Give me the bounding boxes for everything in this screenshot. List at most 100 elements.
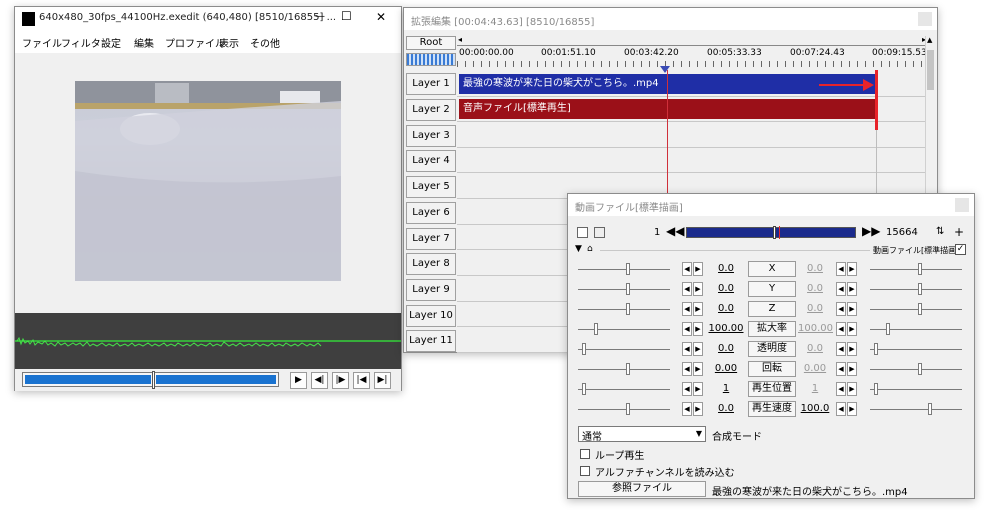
opacity-left-arrows[interactable]: ◀ ▶: [682, 342, 703, 356]
playback-position-button[interactable]: 再生位置: [748, 381, 796, 397]
timeline-zoom-bar[interactable]: [406, 53, 456, 66]
rotation-left-arrows[interactable]: ◀ ▶: [682, 362, 703, 376]
position-left-slider[interactable]: [578, 383, 670, 395]
speed-left-value[interactable]: 0.0: [708, 403, 744, 414]
layer-button[interactable]: Layer 8: [406, 253, 456, 275]
x-left-arrows[interactable]: ◀ ▶: [682, 262, 703, 276]
scale-right-arrows[interactable]: ◀ ▶: [836, 322, 857, 336]
scale-right-value[interactable]: 100.00: [798, 323, 833, 334]
reference-file-button[interactable]: 参照ファイル: [578, 481, 706, 497]
root-button[interactable]: Root: [406, 36, 456, 50]
x-left-slider[interactable]: [578, 263, 670, 275]
props-titlebar[interactable]: 動画ファイル[標準描画]: [568, 194, 974, 216]
collapse-icon[interactable]: ▼: [575, 244, 582, 254]
seek-thumb[interactable]: [152, 371, 155, 389]
layer-button[interactable]: Layer 11: [406, 330, 456, 352]
z-right-value[interactable]: 0.0: [798, 303, 832, 314]
position-right-slider[interactable]: [870, 383, 962, 395]
z-left-arrows[interactable]: ◀ ▶: [682, 302, 703, 316]
z-button[interactable]: Z: [748, 301, 796, 317]
scale-right-slider[interactable]: [870, 323, 962, 335]
prev-frame-button[interactable]: ◀|: [311, 372, 328, 389]
y-left-value[interactable]: 0.0: [708, 283, 744, 294]
x-right-value[interactable]: 0.0: [798, 263, 832, 274]
speed-right-slider[interactable]: [870, 403, 962, 415]
y-right-arrows[interactable]: ◀ ▶: [836, 282, 857, 296]
next-frame-button[interactable]: |▶: [332, 372, 349, 389]
scale-left-value[interactable]: 100.00: [708, 323, 744, 334]
x-right-arrows[interactable]: ◀ ▶: [836, 262, 857, 276]
layer-button[interactable]: Layer 7: [406, 228, 456, 250]
x-right-slider[interactable]: [870, 263, 962, 275]
rotation-left-value[interactable]: 0.00: [708, 363, 744, 374]
layer-button[interactable]: Layer 4: [406, 150, 456, 172]
scale-left-slider[interactable]: [578, 323, 670, 335]
scale-left-arrows[interactable]: ◀ ▶: [682, 322, 703, 336]
z-left-value[interactable]: 0.0: [708, 303, 744, 314]
layer-lane[interactable]: [457, 148, 925, 173]
menu-edit[interactable]: 編集: [134, 35, 154, 50]
menu-file[interactable]: ファイル: [22, 35, 62, 50]
rewind-icon[interactable]: ◀◀: [666, 224, 684, 238]
image-icon[interactable]: [594, 227, 605, 238]
opacity-right-arrows[interactable]: ◀ ▶: [836, 342, 857, 356]
menu-profile[interactable]: プロファイル: [165, 35, 225, 50]
menu-other[interactable]: その他: [250, 35, 280, 50]
rotation-right-arrows[interactable]: ◀ ▶: [836, 362, 857, 376]
position-left-value[interactable]: 1: [708, 383, 744, 394]
link-icon[interactable]: ⇅: [936, 226, 944, 237]
rotation-button[interactable]: 回転: [748, 361, 796, 377]
layer-button[interactable]: Layer 10: [406, 305, 456, 327]
add-filter-icon[interactable]: +: [954, 225, 964, 239]
opacity-left-slider[interactable]: [578, 343, 670, 355]
seek-bar[interactable]: [22, 371, 279, 389]
menu-settings[interactable]: 設定: [101, 35, 121, 50]
rotation-right-value[interactable]: 0.00: [798, 363, 832, 374]
maximize-button[interactable]: ☐: [341, 9, 352, 23]
time-ruler[interactable]: ◂ ▸ 00:00:00.00 00:01:51.10 00:03:42.20 …: [457, 35, 927, 68]
layer-lane[interactable]: 音声ファイル[標準再生]: [457, 97, 925, 122]
layer-button[interactable]: Layer 5: [406, 176, 456, 198]
opacity-left-value[interactable]: 0.0: [708, 343, 744, 354]
timeline-titlebar[interactable]: 拡張編集 [00:04:43.63] [8510/16855]: [404, 8, 937, 30]
layer-button[interactable]: Layer 1: [406, 73, 456, 95]
x-left-value[interactable]: 0.0: [708, 263, 744, 274]
layer-lane[interactable]: [457, 123, 925, 148]
close-button[interactable]: ✕: [376, 10, 386, 24]
props-close-button[interactable]: [955, 198, 969, 212]
opacity-right-value[interactable]: 0.0: [798, 343, 832, 354]
alpha-checkbox[interactable]: [580, 466, 590, 476]
menu-filter[interactable]: フィルタ: [61, 35, 101, 50]
position-right-arrows[interactable]: ◀ ▶: [836, 382, 857, 396]
enable-checkbox[interactable]: ✓: [955, 244, 966, 255]
opacity-right-slider[interactable]: [870, 343, 962, 355]
speed-left-arrows[interactable]: ◀ ▶: [682, 402, 703, 416]
scale-button[interactable]: 拡大率: [748, 321, 796, 337]
y-left-arrows[interactable]: ◀ ▶: [682, 282, 703, 296]
speed-right-value[interactable]: 100.0: [798, 403, 832, 414]
menu-view[interactable]: 表示: [219, 35, 239, 50]
layer-button[interactable]: Layer 6: [406, 202, 456, 224]
y-button[interactable]: Y: [748, 281, 796, 297]
to-start-button[interactable]: |◀: [353, 372, 370, 389]
preview-titlebar[interactable]: 640x480_30fps_44100Hz.exedit (640,480) […: [15, 7, 401, 29]
playback-speed-button[interactable]: 再生速度: [748, 401, 796, 417]
timeline-close-button[interactable]: [918, 12, 932, 26]
y-right-value[interactable]: 0.0: [798, 283, 832, 294]
y-left-slider[interactable]: [578, 283, 670, 295]
fast-forward-icon[interactable]: ▶▶: [862, 224, 880, 238]
position-right-value[interactable]: 1: [798, 383, 832, 394]
play-button[interactable]: ▶: [290, 372, 307, 389]
y-right-slider[interactable]: [870, 283, 962, 295]
layer-button[interactable]: Layer 3: [406, 125, 456, 147]
minimize-button[interactable]: —: [315, 11, 325, 22]
x-button[interactable]: X: [748, 261, 796, 277]
layer-button[interactable]: Layer 9: [406, 279, 456, 301]
position-left-arrows[interactable]: ◀ ▶: [682, 382, 703, 396]
z-right-arrows[interactable]: ◀ ▶: [836, 302, 857, 316]
rotation-right-slider[interactable]: [870, 363, 962, 375]
rotation-left-slider[interactable]: [578, 363, 670, 375]
z-left-slider[interactable]: [578, 303, 670, 315]
camera-icon[interactable]: [577, 227, 588, 238]
to-end-button[interactable]: ▶|: [374, 372, 391, 389]
